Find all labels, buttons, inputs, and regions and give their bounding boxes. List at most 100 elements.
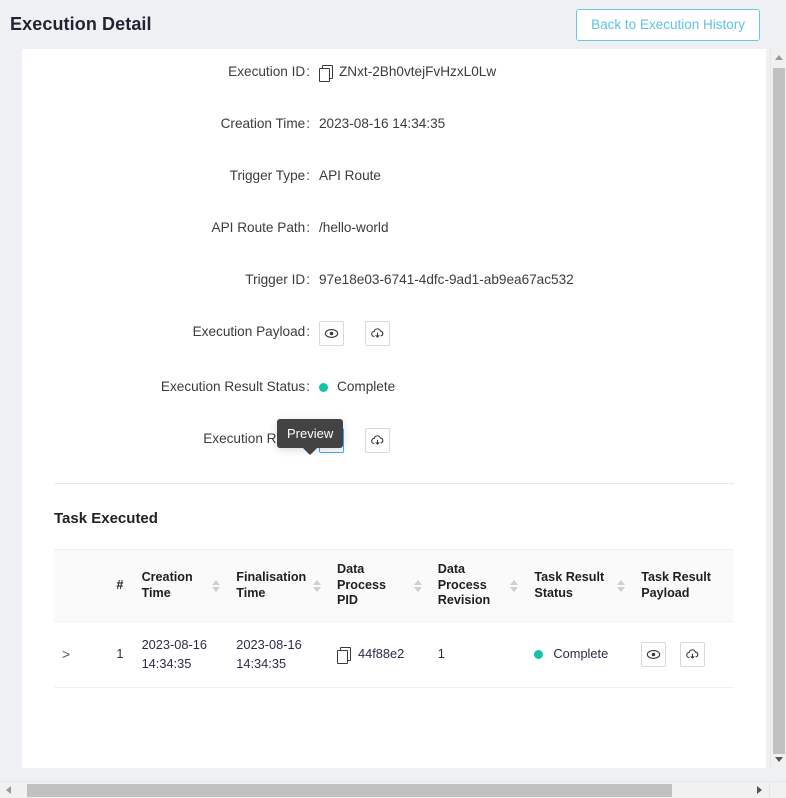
th-creation-time[interactable]: Creation Time	[134, 550, 229, 622]
vertical-scrollbar[interactable]	[770, 49, 786, 768]
status-dot-icon	[319, 383, 328, 392]
th-task-result-status-label: Task Result Status	[534, 570, 613, 601]
copy-icon[interactable]	[319, 65, 332, 80]
cloud-download-icon	[685, 647, 700, 662]
th-index: #	[108, 550, 133, 622]
detail-card-inner: Execution ID: ZNxt-2Bh0vtejFvHzxL0Lw Cre…	[22, 49, 766, 688]
th-data-process-pid[interactable]: Data Process PID	[329, 550, 430, 622]
creation-time-clock: 14:34:35	[142, 655, 221, 674]
caret-right-icon	[757, 786, 762, 794]
detail-label-trigger-type: Trigger Type:	[22, 165, 310, 187]
preview-task-result-payload-button[interactable]	[641, 642, 666, 667]
caret-down-icon	[775, 757, 783, 762]
cell-data-process-revision: 1	[430, 622, 527, 688]
detail-label-execution-result-status: Execution Result Status:	[22, 376, 310, 398]
sort-task-result-status-icon[interactable]	[617, 580, 625, 592]
table-row[interactable]: > 1 2023-08-16 14:34:35 2023-08-16 14:34…	[54, 622, 734, 688]
detail-value-execution-payload	[310, 321, 766, 346]
th-task-result-payload-label: Task Result Payload	[641, 570, 726, 601]
detail-row-trigger-id: Trigger ID: 97e18e03-6741-4dfc-9ad1-ab9e…	[22, 269, 766, 291]
preview-execution-payload-button[interactable]	[319, 321, 344, 346]
creation-time-date: 2023-08-16	[142, 636, 221, 655]
download-execution-payload-button[interactable]	[365, 321, 390, 346]
data-process-pid-text: 44f88e2	[358, 645, 404, 664]
task-executed-table: # Creation Time Finalisation Time	[54, 550, 734, 688]
cell-index: 1	[108, 622, 133, 688]
th-finalisation-time-label: Finalisation Time	[236, 570, 309, 601]
horizontal-scrollbar[interactable]	[0, 781, 786, 798]
status-dot-icon	[534, 650, 543, 659]
finalisation-time-date: 2023-08-16	[236, 636, 321, 655]
detail-row-api-route-path: API Route Path: /hello-world	[22, 217, 766, 239]
detail-label-execution-payload: Execution Payload:	[22, 321, 310, 343]
cloud-download-icon	[370, 433, 385, 448]
download-task-result-payload-button[interactable]	[680, 642, 705, 667]
cloud-download-icon	[370, 326, 385, 341]
th-task-result-status[interactable]: Task Result Status	[526, 550, 633, 622]
vertical-scrollbar-thumb[interactable]	[773, 68, 785, 754]
scroll-right-button[interactable]	[751, 782, 768, 798]
detail-card: Execution ID: ZNxt-2Bh0vtejFvHzxL0Lw Cre…	[22, 49, 766, 768]
expand-row-caret-icon[interactable]: >	[62, 646, 70, 662]
table-body: > 1 2023-08-16 14:34:35 2023-08-16 14:34…	[54, 622, 734, 688]
table-header-row: # Creation Time Finalisation Time	[54, 550, 734, 622]
eye-icon	[324, 326, 339, 341]
scroll-down-button[interactable]	[771, 751, 786, 768]
cell-finalisation-time: 2023-08-16 14:34:35	[228, 622, 329, 688]
sort-data-process-pid-icon[interactable]	[414, 580, 422, 592]
execution-result-status-text: Complete	[337, 376, 395, 398]
detail-value-execution-id: ZNxt-2Bh0vtejFvHzxL0Lw	[310, 61, 766, 83]
detail-row-creation-time: Creation Time: 2023-08-16 14:34:35	[22, 113, 766, 135]
cell-data-process-pid: 44f88e2	[329, 622, 430, 688]
download-execution-result-button[interactable]	[365, 428, 390, 453]
th-data-process-pid-label: Data Process PID	[337, 562, 410, 609]
trigger-type-text: API Route	[319, 165, 381, 187]
th-data-process-revision[interactable]: Data Process Revision	[430, 550, 527, 622]
api-route-path-text: /hello-world	[319, 217, 389, 239]
cell-task-result-status: Complete	[526, 622, 633, 688]
sort-creation-time-icon[interactable]	[212, 580, 220, 592]
page-header: Execution Detail Back to Execution Histo…	[0, 0, 770, 49]
cell-expand[interactable]: >	[54, 622, 108, 688]
detail-label-text: Execution Result Status	[161, 379, 305, 394]
detail-label-execution-id: Execution ID:	[22, 61, 310, 83]
caret-up-icon	[775, 55, 783, 60]
detail-label-text: Trigger Type	[230, 168, 306, 183]
detail-value-trigger-id: 97e18e03-6741-4dfc-9ad1-ab9ea67ac532	[310, 269, 766, 291]
trigger-id-text: 97e18e03-6741-4dfc-9ad1-ab9ea67ac532	[319, 269, 574, 291]
th-expand-all[interactable]	[54, 550, 108, 622]
sort-finalisation-time-icon[interactable]	[313, 580, 321, 592]
detail-label-text: Execution ID	[228, 64, 305, 79]
detail-value-api-route-path: /hello-world	[310, 217, 766, 239]
detail-label-creation-time: Creation Time:	[22, 113, 310, 135]
scroll-up-button[interactable]	[771, 49, 786, 66]
detail-value-execution-result	[310, 428, 766, 453]
scroll-left-button[interactable]	[0, 782, 17, 798]
detail-label-text: Execution Payload	[193, 324, 306, 339]
task-result-status-text: Complete	[553, 645, 608, 664]
task-executed-title: Task Executed	[22, 484, 766, 527]
task-executed-table-wrapper: # Creation Time Finalisation Time	[54, 549, 734, 688]
scrollbar-corner	[769, 781, 786, 798]
detail-row-execution-result: Execution Result:	[22, 428, 766, 453]
caret-left-icon	[6, 786, 11, 794]
detail-label-execution-result: Execution Result:	[22, 428, 310, 450]
sort-data-process-revision-icon[interactable]	[510, 580, 518, 592]
detail-row-execution-id: Execution ID: ZNxt-2Bh0vtejFvHzxL0Lw	[22, 61, 766, 83]
page-title: Execution Detail	[10, 14, 152, 35]
detail-label-api-route-path: API Route Path:	[22, 217, 310, 239]
finalisation-time-clock: 14:34:35	[236, 655, 321, 674]
detail-label-text: API Route Path	[212, 220, 306, 235]
detail-label-text: Trigger ID	[245, 272, 305, 287]
th-index-label: #	[116, 578, 123, 592]
detail-row-execution-result-status: Execution Result Status: Complete	[22, 376, 766, 398]
back-to-execution-history-button[interactable]: Back to Execution History	[576, 9, 760, 41]
detail-value-trigger-type: API Route	[310, 165, 766, 187]
horizontal-scrollbar-thumb[interactable]	[27, 784, 672, 797]
th-finalisation-time[interactable]: Finalisation Time	[228, 550, 329, 622]
th-data-process-revision-label: Data Process Revision	[438, 562, 507, 609]
table-head: # Creation Time Finalisation Time	[54, 550, 734, 622]
cell-task-result-payload	[633, 622, 734, 688]
detail-label-text: Creation Time	[221, 116, 306, 131]
copy-icon[interactable]	[337, 647, 350, 662]
